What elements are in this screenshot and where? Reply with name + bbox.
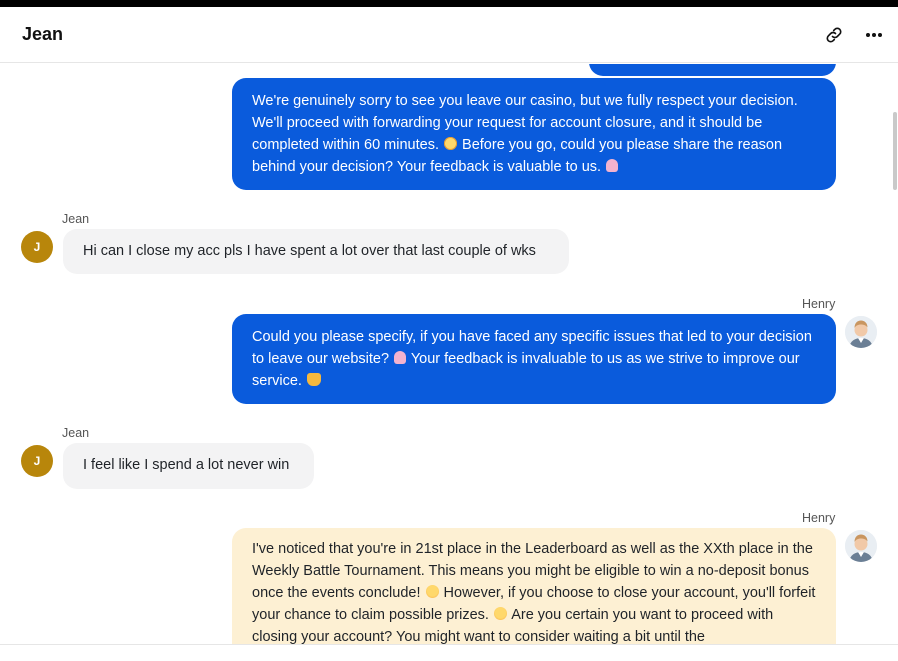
message-bubble-agent: We're genuinely sorry to see you leave o… [232, 78, 836, 190]
message-bubble-customer: Hi can I close my acc pls I have spent a… [63, 229, 569, 274]
avatar-initial: J [33, 240, 41, 254]
link-icon[interactable] [821, 22, 847, 48]
praying-hands-icon [394, 351, 407, 364]
grinning-face-icon [425, 585, 439, 598]
message-bubble-agent: Could you please specify, if you have fa… [232, 314, 836, 404]
message-text: I feel like I spend a lot never win [83, 457, 290, 473]
scrollbar[interactable] [893, 112, 897, 190]
avatar-initial: J [33, 454, 41, 468]
window-top-strip [0, 0, 898, 7]
sender-name: Jean [62, 212, 90, 226]
handshake-heart-icon [307, 373, 321, 386]
avatar: J [21, 231, 53, 263]
message-bubble-customer: I feel like I spend a lot never win [63, 443, 314, 489]
message-bubble-partial [589, 64, 836, 76]
flushed-face-icon [444, 137, 458, 150]
sender-name: Henry [802, 297, 836, 311]
sender-name: Jean [62, 426, 90, 440]
chat-header: Jean [0, 7, 898, 63]
message-text: Hi can I close my acc pls I have spent a… [83, 243, 536, 259]
sender-name: Henry [802, 511, 836, 525]
praying-hands-icon [606, 159, 619, 172]
avatar [845, 316, 877, 348]
composer-area [0, 645, 898, 661]
relieved-face-icon [493, 607, 507, 620]
more-horizontal-icon[interactable] [861, 22, 887, 48]
message-list: We're genuinely sorry to see you leave o… [0, 64, 898, 644]
avatar [845, 530, 877, 562]
avatar: J [21, 445, 53, 477]
message-bubble-agent-highlight: I've noticed that you're in 21st place i… [232, 528, 836, 644]
chat-title: Jean [22, 24, 64, 44]
